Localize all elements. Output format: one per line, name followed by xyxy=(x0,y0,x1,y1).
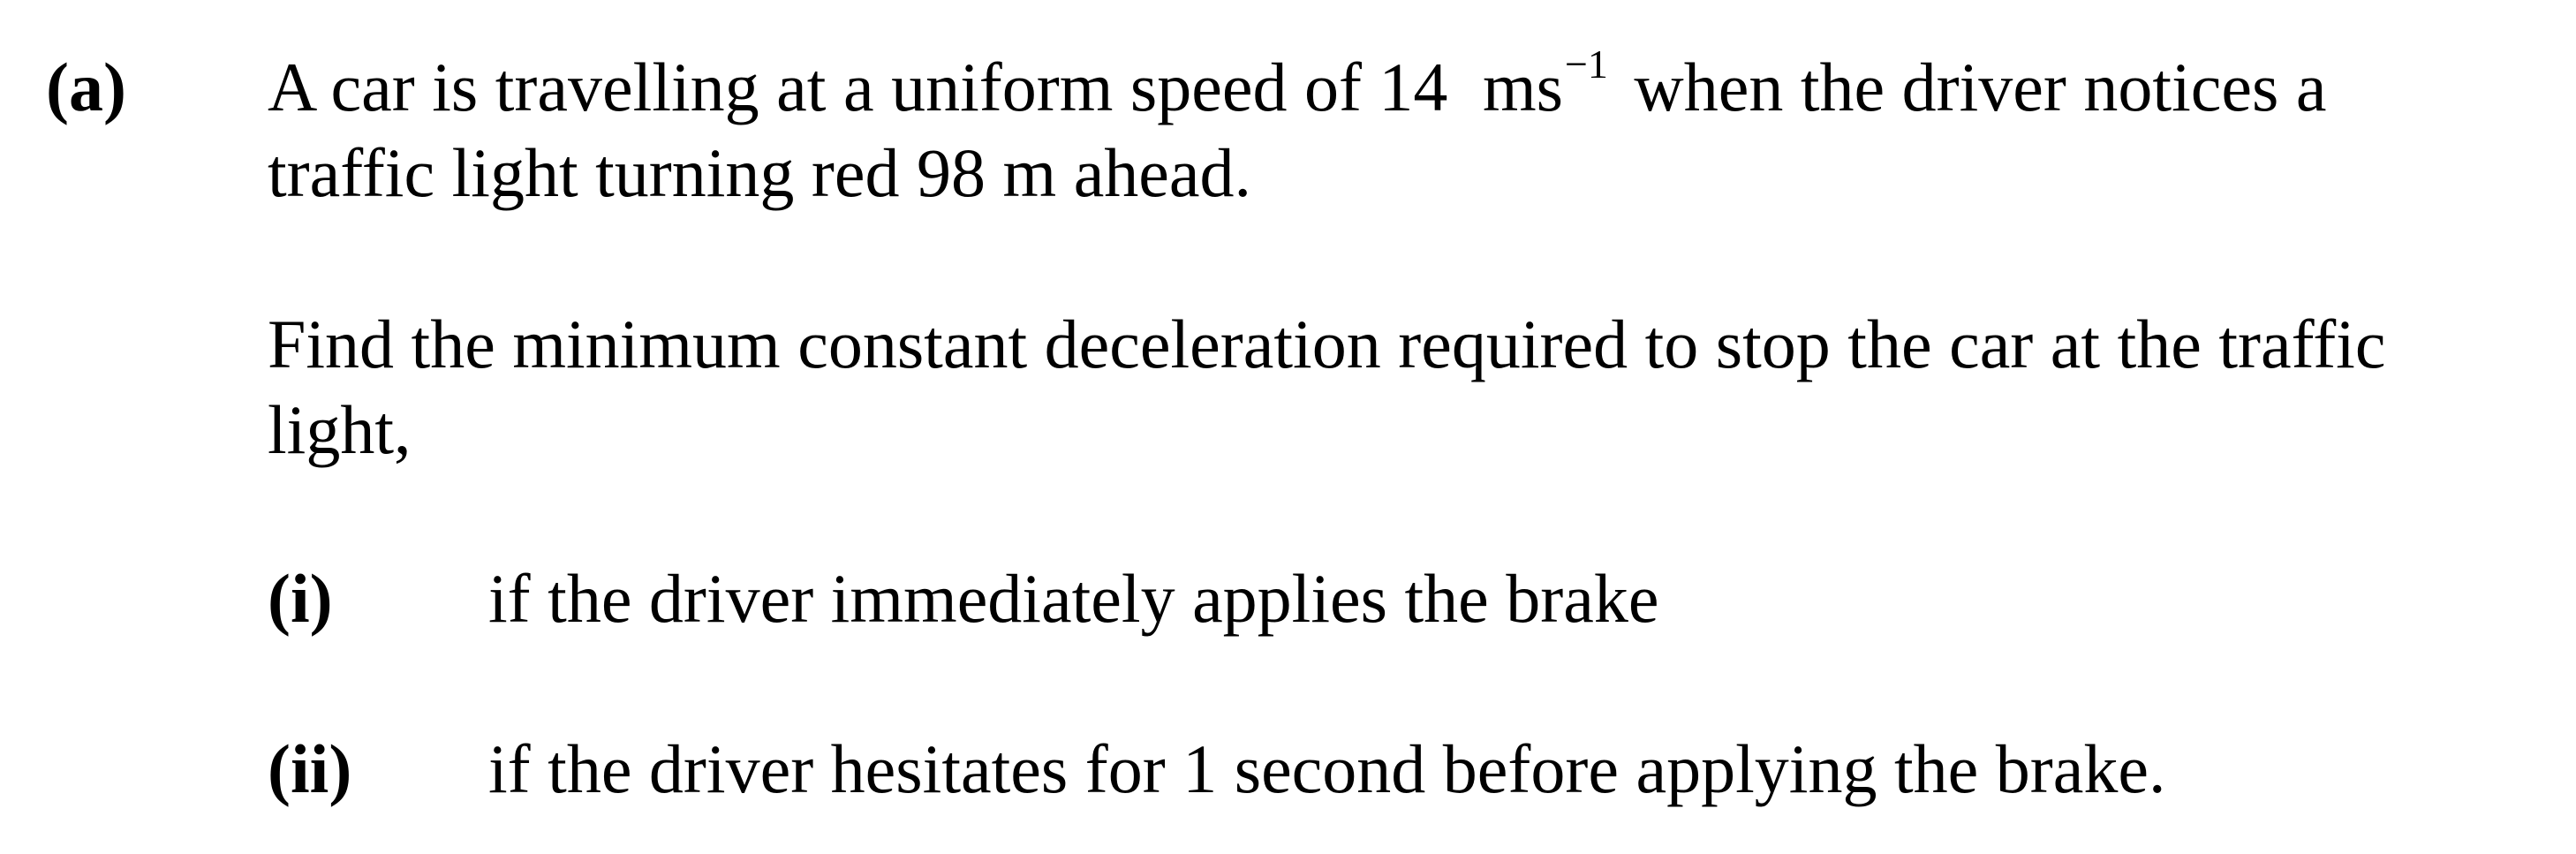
instruction-line-2: light, xyxy=(268,391,412,468)
unit-exponent: −1 xyxy=(1564,42,1608,87)
subpart-label-i: (i) xyxy=(268,560,333,637)
instruction-line-1: Find the minimum constant deceleration r… xyxy=(268,306,2386,382)
stem-line-1-end: when the driver notices a xyxy=(1634,49,2327,125)
question-part-a: (a) A car is travelling at a uniform spe… xyxy=(0,0,2576,854)
part-label: (a) xyxy=(46,49,126,125)
subpart-text-i: if the driver immediately applies the br… xyxy=(488,560,1659,637)
stem-line-1: A car is travelling at a uniform speed o… xyxy=(268,44,2326,122)
subpart-label-ii: (ii) xyxy=(268,730,352,807)
subpart-text-ii: if the driver hesitates for 1 second bef… xyxy=(488,730,2166,807)
stem-line-1-start: A car is travelling at a uniform speed o… xyxy=(268,49,1448,125)
unit-base: ms xyxy=(1482,49,1563,125)
unit-speed: ms−1 xyxy=(1482,44,1608,125)
stem-line-2: traffic light turning red 98 m ahead. xyxy=(268,134,1252,211)
